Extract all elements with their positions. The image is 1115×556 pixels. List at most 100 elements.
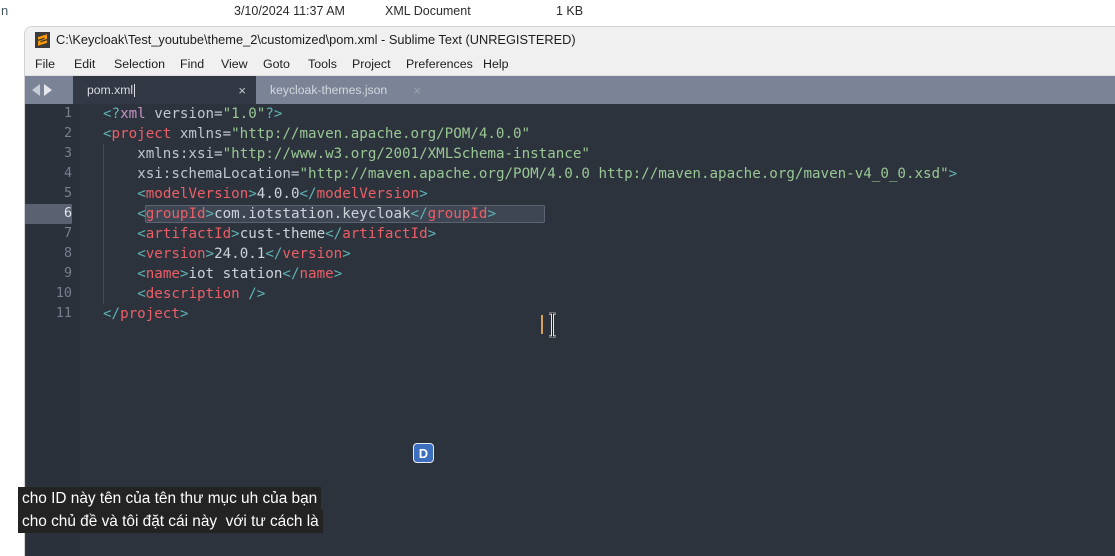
indent-guide [103,224,104,244]
code-token: < [137,226,146,242]
line-number: 3 [63,146,72,161]
code-token: > [333,266,343,282]
menu-item-tools[interactable]: Tools [306,55,339,73]
menu-bar: File Edit Selection Find View Goto Tools… [25,53,1115,76]
menu-item-find[interactable]: Find [178,55,206,73]
tab-label: pom.xml [87,83,134,97]
code-text[interactable]: <project xmlns="http://maven.apache.org/… [103,124,530,144]
code-token: iot station [188,266,283,282]
indent-guide [103,244,104,264]
code-line[interactable]: 4 xsi:schemaLocation="http://maven.apache… [25,164,1115,184]
indent-guide [103,264,104,284]
line-number: 11 [55,306,72,321]
text-caret [541,315,543,334]
indent-guide [103,184,104,204]
sublime-text-window: C:\Keycloak\Test_youtube\theme_2\customi… [24,26,1115,556]
menu-item-selection[interactable]: Selection [112,55,167,73]
code-line[interactable]: 6 <groupId>com.iotstation.keycloak</group… [25,204,1115,224]
code-token: </ [410,206,428,222]
code-token: version= [145,106,223,122]
code-token: artifactId [342,226,428,242]
line-number: 8 [63,246,72,261]
indent-guide [103,284,104,304]
code-token: > [419,186,428,202]
code-token: version [145,246,206,262]
code-token: < [137,266,146,282]
tab-keycloak-themes-json[interactable]: keycloak-themes.json × [256,76,428,104]
code-token: name [299,266,334,282]
code-line[interactable]: 9 <name>iot station</name> [25,264,1115,284]
code-token: com.iotstation.keycloak [214,206,411,222]
line-number: 4 [63,166,72,181]
code-token: > [179,306,189,322]
window-title-text: C:\Keycloak\Test_youtube\theme_2\customi… [56,32,576,47]
explorer-partial-glyph: n [1,3,9,18]
code-token: > [231,226,240,242]
code-token: 4.0.0 [256,186,300,202]
code-line[interactable]: 8 <version>24.0.1</version> [25,244,1115,264]
code-token: project [111,126,172,142]
menu-item-help[interactable]: Help [481,55,510,73]
file-type: XML Document [385,4,471,18]
code-text[interactable]: <name>iot station</name> [137,264,342,284]
code-line[interactable]: 1 <?xml version="1.0"?> [25,104,1115,124]
menu-item-project[interactable]: Project [350,55,393,73]
code-token: modelVersion [145,186,249,202]
menu-item-file[interactable]: File [33,55,57,73]
menu-item-edit[interactable]: Edit [72,55,97,73]
code-text[interactable]: <groupId>com.iotstation.keycloak</groupI… [137,204,496,224]
code-token: xsi:schemaLocation= [137,166,300,182]
code-text[interactable]: <?xml version="1.0"?> [103,104,282,124]
code-line[interactable]: 2 <project xmlns="http://maven.apache.org… [25,124,1115,144]
file-size: 1 KB [556,4,584,18]
code-text[interactable]: xsi:schemaLocation="http://maven.apache.… [137,164,957,184]
menu-item-view[interactable]: View [219,55,250,73]
code-token: "http://www.w3.org/2001/XMLSchema-instan… [222,146,590,162]
code-line[interactable]: 3 xmlns:xsi="http://www.w3.org/2001/XMLSc… [25,144,1115,164]
line-number: 7 [63,226,72,241]
close-icon[interactable]: × [387,84,421,97]
code-token: "1.0" [222,106,266,122]
tab-label: keycloak-themes.json [270,83,388,97]
code-token: < [137,286,146,302]
code-token: </ [265,246,283,262]
close-icon[interactable]: × [212,84,246,97]
code-text[interactable]: <version>24.0.1</version> [137,244,351,264]
tab-pom-xml[interactable]: pom.xml × [73,76,256,104]
subtitle-line-1: cho ID này tên của tên thư mục uh của bạ… [18,487,322,510]
sublime-text-logo-icon [35,32,50,48]
code-text[interactable]: <description /> [137,284,265,304]
menu-item-goto[interactable]: Goto [261,55,292,73]
code-token: project [120,306,180,322]
code-text[interactable]: <artifactId>cust-theme</artifactId> [137,224,436,244]
code-token: xmlns= [171,126,232,142]
line-number: 1 [63,106,72,121]
code-token: xmlns:xsi= [137,146,223,162]
code-text[interactable]: xmlns:xsi="http://www.w3.org/2001/XMLSch… [137,144,590,164]
code-text[interactable]: <modelVersion>4.0.0</modelVersion> [137,184,427,204]
code-line[interactable]: 10 <description /> [25,284,1115,304]
code-token: artifactId [145,226,232,242]
code-line[interactable]: 11 </project> [25,304,1115,324]
code-token: </ [299,186,317,202]
code-token: "http://maven.apache.org/POM/4.0.0" [231,126,531,142]
code-token: </ [103,306,121,322]
menu-item-preferences[interactable]: Preferences [404,55,475,73]
arrow-right-icon[interactable] [44,84,52,96]
arrow-left-icon[interactable] [32,84,40,96]
code-line[interactable]: 7 <artifactId>cust-theme</artifactId> [25,224,1115,244]
line-number: 9 [63,266,72,281]
tab-navigation-arrows[interactable] [32,81,70,99]
line-number: 2 [63,126,72,141]
code-token: > [205,246,215,262]
indent-guide [103,144,104,164]
code-token: </ [282,266,300,282]
code-line[interactable]: 5 <modelVersion>4.0.0</modelVersion> [25,184,1115,204]
code-token: xml [120,106,146,122]
code-token: description [145,286,240,302]
indent-guide [103,204,104,224]
tab-text-caret [134,83,136,97]
code-text[interactable]: </project> [103,304,188,324]
code-token: "http://maven.apache.org/POM/4.0.0 http:… [299,166,949,182]
